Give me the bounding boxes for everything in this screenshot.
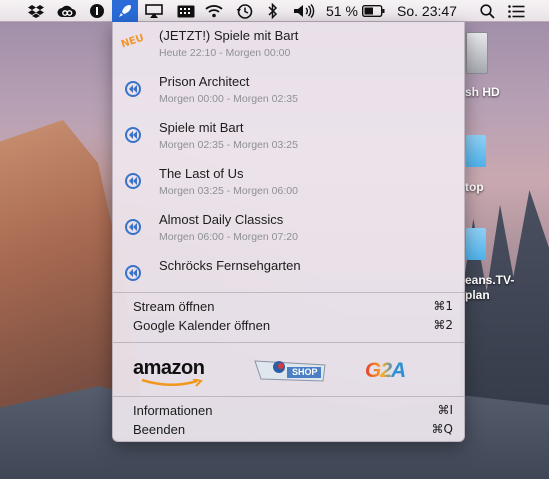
schedule-entry[interactable]: NEU (JETZT!) Spiele mit Bart Heute 22:10… [113,22,466,68]
information-label: Informationen [133,403,213,418]
shop-logo[interactable]: SHOP [251,355,329,383]
entry-time: Heute 22:10 - Morgen 00:00 [159,47,291,59]
entry-title: Schröcks Fernsehgarten [159,258,301,273]
rewind-icon [125,219,141,235]
rewind-icon [125,81,141,97]
amazon-logo[interactable]: amazon [133,357,215,387]
amazon-smile-icon [141,379,203,387]
open-stream-item[interactable]: Stream öffnen ⌘1 [133,298,453,317]
schedule-entry[interactable]: Almost Daily Classics Morgen 06:00 - Mor… [113,206,466,252]
open-calendar-shortcut: ⌘2 [433,318,453,332]
airplay-icon[interactable] [144,0,164,22]
hard-disk-label[interactable]: sh HD [465,85,500,99]
entry-time: Morgen 02:35 - Morgen 03:25 [159,139,298,151]
amazon-logo-text: amazon [133,357,205,379]
battery-icon[interactable] [361,0,385,22]
schedule-entry[interactable]: Spiele mit Bart Morgen 02:35 - Morgen 03… [113,114,466,160]
dropbox-icon[interactable] [26,0,46,22]
app-dropdown-menu: NEU (JETZT!) Spiele mit Bart Heute 22:10… [112,22,466,442]
folder-label[interactable]: top [465,180,484,194]
wifi-icon[interactable] [204,0,224,22]
menu-bar: 51 % So. 23:47 [0,0,549,22]
hard-disk-icon[interactable] [466,32,488,74]
entry-time: Morgen 06:00 - Morgen 07:20 [159,231,298,243]
folder-label-line2[interactable]: plan [465,288,490,302]
info-circle-icon[interactable] [88,0,106,22]
quit-shortcut: ⌘Q [431,422,453,436]
spotlight-search-icon[interactable] [478,0,496,22]
entry-title: (JETZT!) Spiele mit Bart [159,28,299,43]
entry-time: Morgen 03:25 - Morgen 06:00 [159,185,298,197]
notification-center-icon[interactable] [506,0,526,22]
creative-cloud-icon[interactable] [56,0,78,22]
information-item[interactable]: Informationen ⌘I [133,402,453,421]
rewind-icon [125,173,141,189]
entry-title: Prison Architect [159,74,250,89]
new-badge: NEU [119,32,146,51]
rewind-icon [125,265,141,281]
time-machine-icon[interactable] [234,0,254,22]
information-shortcut: ⌘I [437,403,453,417]
g2a-logo[interactable]: G2A [365,359,447,385]
rocket-app-icon[interactable] [112,0,138,22]
open-calendar-item[interactable]: Google Kalender öffnen ⌘2 [133,317,453,336]
open-stream-label: Stream öffnen [133,299,215,314]
g2a-logo-text: G2A [365,359,406,382]
menu-separator [113,396,466,397]
folder-icon[interactable] [466,135,486,167]
entry-title: Spiele mit Bart [159,120,244,135]
folder-icon[interactable] [466,228,486,260]
shop-logo-text: SHOP [292,367,318,377]
schedule-entry[interactable]: Prison Architect Morgen 00:00 - Morgen 0… [113,68,466,114]
menu-separator [113,292,466,293]
menu-separator [113,342,466,343]
clock[interactable]: So. 23:47 [397,3,457,19]
quit-item[interactable]: Beenden ⌘Q [133,421,453,440]
bluetooth-icon[interactable] [266,0,280,22]
open-stream-shortcut: ⌘1 [433,299,453,313]
open-calendar-label: Google Kalender öffnen [133,318,271,333]
schedule-entry[interactable]: The Last of Us Morgen 03:25 - Morgen 06:… [113,160,466,206]
quit-label: Beenden [133,422,186,437]
entry-title: Almost Daily Classics [159,212,284,227]
rewind-icon [125,127,141,143]
schedule-entry[interactable]: Schröcks Fernsehgarten [113,252,466,290]
folder-label-line1[interactable]: eans.TV- [465,273,514,287]
keyboard-icon[interactable] [176,0,196,22]
entry-title: The Last of Us [159,166,244,181]
volume-icon[interactable] [292,0,316,22]
battery-percent[interactable]: 51 % [326,3,358,19]
entry-time: Morgen 00:00 - Morgen 02:35 [159,93,298,105]
